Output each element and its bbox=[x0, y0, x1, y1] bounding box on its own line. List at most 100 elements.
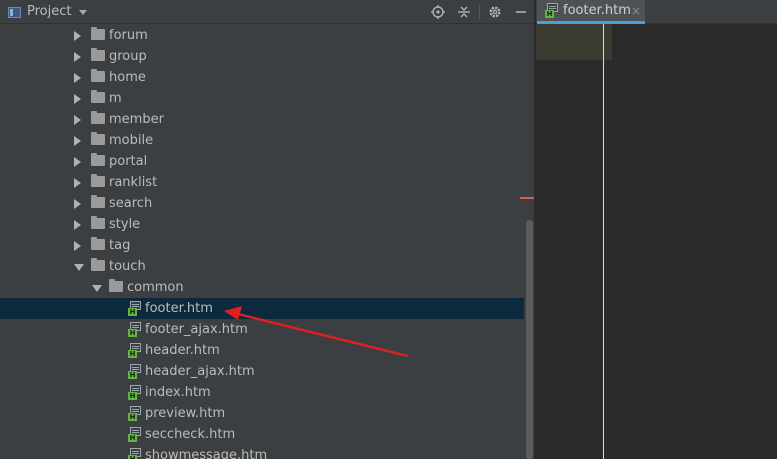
chevron-right-icon[interactable] bbox=[74, 199, 81, 209]
tree-item-label: footer_ajax.htm bbox=[145, 322, 248, 337]
tree-item-label: header_ajax.htm bbox=[145, 364, 255, 379]
html-file-icon: H bbox=[545, 3, 559, 18]
project-view-selector[interactable]: Project bbox=[8, 3, 88, 21]
tab-label: footer.htm bbox=[563, 3, 631, 18]
tree-item-label: mobile bbox=[109, 133, 154, 148]
html-file-icon: H bbox=[128, 343, 142, 358]
tree-file-footer-htm[interactable]: Hfooter.htm bbox=[0, 298, 524, 319]
html-file-icon: H bbox=[128, 322, 142, 337]
tree-item-label: index.htm bbox=[145, 385, 211, 400]
folder-icon bbox=[91, 174, 105, 187]
folder-icon bbox=[91, 48, 105, 61]
tree-folder-forum[interactable]: forum bbox=[0, 25, 524, 46]
tree-file-header_ajax-htm[interactable]: Hheader_ajax.htm bbox=[0, 361, 524, 382]
tree-folder-tag[interactable]: tag bbox=[0, 235, 524, 256]
folder-icon bbox=[91, 153, 105, 166]
tree-item-label: member bbox=[109, 112, 164, 127]
project-icon bbox=[8, 6, 21, 18]
tree-folder-member[interactable]: member bbox=[0, 109, 524, 130]
tree-folder-portal[interactable]: portal bbox=[0, 151, 524, 172]
tree-folder-ranklist[interactable]: ranklist bbox=[0, 172, 524, 193]
folder-icon bbox=[91, 90, 105, 103]
editor-area[interactable]: H footer.htm × bbox=[536, 0, 777, 459]
tree-item-label: common bbox=[127, 280, 184, 295]
gear-icon[interactable] bbox=[482, 0, 508, 24]
chevron-right-icon[interactable] bbox=[74, 52, 81, 62]
collapse-icon[interactable] bbox=[451, 0, 477, 24]
folder-icon bbox=[91, 258, 105, 271]
tree-item-label: group bbox=[109, 49, 147, 64]
toolbar-separator bbox=[479, 4, 480, 20]
html-file-icon: H bbox=[128, 385, 142, 400]
tree-item-label: style bbox=[109, 217, 141, 232]
chevron-right-icon[interactable] bbox=[74, 178, 81, 188]
tree-file-preview-htm[interactable]: Hpreview.htm bbox=[0, 403, 524, 424]
folder-icon bbox=[109, 279, 123, 292]
folder-icon bbox=[91, 237, 105, 250]
project-tree: forum group home m member mobile portal ranklis… bbox=[0, 25, 524, 459]
tree-item-label: seccheck.htm bbox=[145, 427, 236, 442]
project-panel-header: Project bbox=[0, 0, 534, 24]
folder-icon bbox=[91, 216, 105, 229]
tree-folder-mobile[interactable]: mobile bbox=[0, 130, 524, 151]
tree-file-showmessage-htm[interactable]: Hshowmessage.htm bbox=[0, 445, 524, 459]
tree-item-label: preview.htm bbox=[145, 406, 226, 421]
tree-folder-m[interactable]: m bbox=[0, 88, 524, 109]
folder-icon bbox=[91, 111, 105, 124]
chevron-right-icon[interactable] bbox=[74, 136, 81, 146]
tree-item-label: footer.htm bbox=[145, 301, 213, 316]
target-icon[interactable] bbox=[425, 0, 451, 24]
chevron-right-icon[interactable] bbox=[74, 157, 81, 167]
chevron-down-icon bbox=[79, 9, 88, 15]
tree-item-label: portal bbox=[109, 154, 148, 169]
project-panel-title: Project bbox=[27, 4, 72, 19]
html-file-icon: H bbox=[128, 427, 142, 442]
chevron-right-icon[interactable] bbox=[74, 31, 81, 41]
tree-folder-group[interactable]: group bbox=[0, 46, 524, 67]
folder-icon bbox=[91, 69, 105, 82]
tree-folder-style[interactable]: style bbox=[0, 214, 524, 235]
right-margin-guide bbox=[603, 24, 604, 459]
ide-window: Project forum group home m member mobile… bbox=[0, 0, 777, 459]
tab-footer-htm[interactable]: H footer.htm × bbox=[537, 0, 645, 24]
chevron-right-icon[interactable] bbox=[74, 241, 81, 251]
folder-icon bbox=[91, 132, 105, 145]
editor-tab-bar: H footer.htm × bbox=[536, 0, 777, 24]
project-panel: Project forum group home m member mobile… bbox=[0, 0, 534, 459]
chevron-right-icon[interactable] bbox=[74, 220, 81, 230]
chevron-down-icon[interactable] bbox=[74, 264, 84, 271]
tree-item-label: header.htm bbox=[145, 343, 220, 358]
chevron-right-icon[interactable] bbox=[74, 94, 81, 104]
error-stripe-marker[interactable] bbox=[520, 197, 534, 199]
tree-item-label: ranklist bbox=[109, 175, 158, 190]
html-file-icon: H bbox=[128, 406, 142, 421]
chevron-right-icon[interactable] bbox=[74, 73, 81, 83]
tree-folder-common[interactable]: common bbox=[0, 277, 524, 298]
tree-folder-touch[interactable]: touch bbox=[0, 256, 524, 277]
project-panel-toolbar bbox=[425, 0, 534, 24]
tree-item-label: touch bbox=[109, 259, 146, 274]
tree-item-label: showmessage.htm bbox=[145, 448, 268, 459]
tree-item-label: home bbox=[109, 70, 146, 85]
folder-icon bbox=[91, 27, 105, 40]
chevron-down-icon[interactable] bbox=[92, 285, 102, 292]
tree-folder-search[interactable]: search bbox=[0, 193, 524, 214]
tree-file-footer_ajax-htm[interactable]: Hfooter_ajax.htm bbox=[0, 319, 524, 340]
html-file-icon: H bbox=[128, 301, 142, 316]
minimize-icon[interactable] bbox=[508, 0, 534, 24]
tree-file-seccheck-htm[interactable]: Hseccheck.htm bbox=[0, 424, 524, 445]
folder-icon bbox=[91, 195, 105, 208]
close-icon[interactable]: × bbox=[631, 0, 641, 22]
tree-item-label: tag bbox=[109, 238, 131, 253]
tree-item-label: forum bbox=[109, 28, 148, 43]
chevron-right-icon[interactable] bbox=[74, 115, 81, 125]
html-file-icon: H bbox=[128, 364, 142, 379]
tree-file-header-htm[interactable]: Hheader.htm bbox=[0, 340, 524, 361]
tree-folder-home[interactable]: home bbox=[0, 67, 524, 88]
tree-file-index-htm[interactable]: Hindex.htm bbox=[0, 382, 524, 403]
tree-scrollbar-thumb[interactable] bbox=[526, 220, 533, 459]
html-file-icon: H bbox=[128, 448, 142, 459]
tree-item-label: search bbox=[109, 196, 153, 211]
tree-item-label: m bbox=[109, 91, 122, 106]
current-line-highlight bbox=[536, 24, 612, 60]
